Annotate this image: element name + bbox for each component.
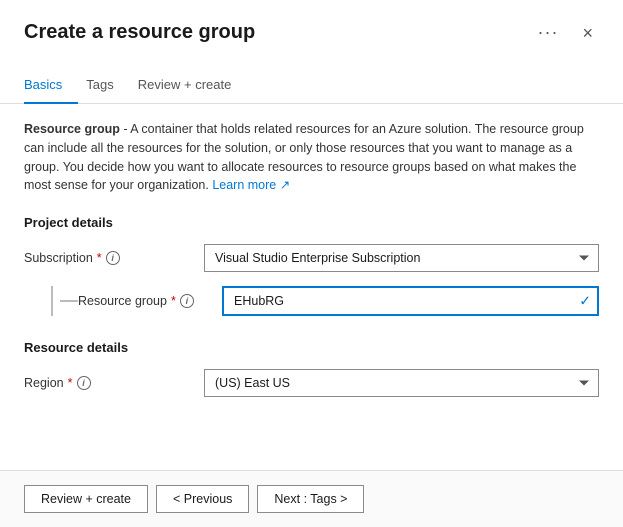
description-text: Resource group - A container that holds … (24, 120, 599, 195)
ellipsis-button[interactable]: ··· (532, 20, 565, 45)
vertical-line (51, 286, 53, 316)
tab-bar: Basics Tags Review + create (0, 53, 623, 104)
resource-group-input[interactable] (222, 286, 599, 316)
description-bold: Resource group (24, 122, 120, 136)
subscription-select-wrapper: Visual Studio Enterprise Subscription (204, 244, 599, 272)
resource-group-input-wrapper: ✓ (222, 286, 599, 316)
subscription-select[interactable]: Visual Studio Enterprise Subscription (204, 244, 599, 272)
learn-more-link[interactable]: Learn more ↗ (212, 178, 290, 192)
next-button[interactable]: Next : Tags > (257, 485, 364, 513)
region-info-icon[interactable]: i (77, 376, 91, 390)
header-actions: ··· × (532, 20, 600, 45)
region-required: * (68, 376, 73, 390)
review-create-button[interactable]: Review + create (24, 485, 148, 513)
dialog-header: Create a resource group ··· × (0, 0, 623, 45)
resource-group-check-icon: ✓ (579, 293, 591, 310)
dialog-body: Resource group - A container that holds … (0, 104, 623, 470)
horizontal-line (60, 300, 78, 302)
project-details-title: Project details (24, 215, 599, 230)
project-details-section: Project details Subscription * i Visual … (24, 215, 599, 316)
resource-group-label: Resource group * i (78, 294, 222, 308)
resource-details-title: Resource details (24, 340, 599, 355)
subscription-field-row: Subscription * i Visual Studio Enterpris… (24, 244, 599, 272)
resource-group-info-icon[interactable]: i (180, 294, 194, 308)
region-field-row: Region * i (US) East US(US) West US(EU) … (24, 369, 599, 397)
region-select[interactable]: (US) East US(US) West US(EU) West Europe (204, 369, 599, 397)
connector-lines (44, 286, 60, 316)
previous-button[interactable]: < Previous (156, 485, 249, 513)
tab-basics[interactable]: Basics (24, 69, 78, 104)
tab-review-create[interactable]: Review + create (138, 69, 248, 104)
resource-group-field-row: Resource group * i ✓ (24, 286, 599, 316)
create-resource-group-dialog: Create a resource group ··· × Basics Tag… (0, 0, 623, 527)
tab-tags[interactable]: Tags (86, 69, 129, 104)
subscription-required: * (97, 251, 102, 265)
subscription-control: Visual Studio Enterprise Subscription (204, 244, 599, 272)
close-button[interactable]: × (576, 22, 599, 44)
dialog-title: Create a resource group (24, 21, 255, 44)
subscription-label: Subscription * i (24, 251, 204, 265)
region-select-wrapper: (US) East US(US) West US(EU) West Europe (204, 369, 599, 397)
resource-group-required: * (171, 294, 176, 308)
resource-details-section: Resource details Region * i (US) East US… (24, 340, 599, 397)
region-label: Region * i (24, 376, 204, 390)
region-control: (US) East US(US) West US(EU) West Europe (204, 369, 599, 397)
resource-group-control: ✓ (222, 286, 599, 316)
dialog-footer: Review + create < Previous Next : Tags > (0, 470, 623, 527)
subscription-info-icon[interactable]: i (106, 251, 120, 265)
